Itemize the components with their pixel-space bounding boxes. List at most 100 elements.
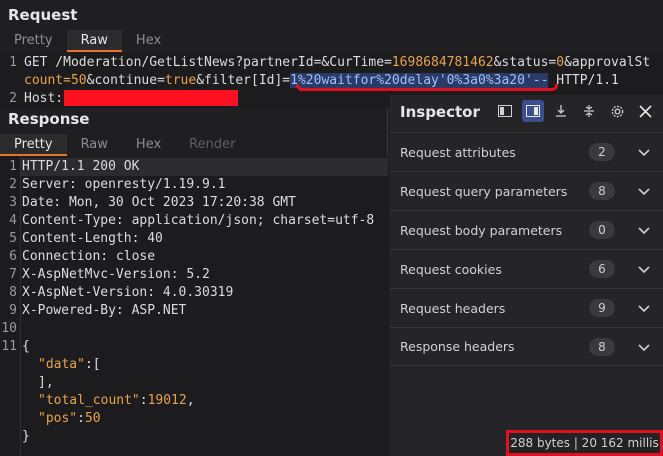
json-number: 50 — [84, 411, 101, 426]
response-pane: Response Pretty Raw Hex Render 1 2 3 4 5… — [0, 108, 388, 456]
tab-response-pretty[interactable]: Pretty — [0, 134, 67, 156]
count-badge: 9 — [589, 299, 615, 317]
line-number — [0, 72, 17, 90]
request-line-text: &approvalSt — [564, 55, 651, 70]
request-line-text: HTTP/1.1 — [548, 73, 619, 88]
count-value: 50 — [70, 73, 87, 88]
continue-value: true — [164, 73, 197, 88]
response-tabs: Pretty Raw Hex Render — [0, 134, 249, 156]
response-header: Content-Length: 40 — [22, 231, 163, 246]
json-punct: :[ — [84, 357, 101, 372]
response-size-timing: 288 bytes | 20 162 millis — [506, 430, 663, 456]
json-key: "data" — [38, 357, 85, 372]
count-badge: 8 — [589, 337, 615, 356]
status-value: 0 — [556, 55, 565, 70]
tab-response-raw[interactable]: Raw — [67, 134, 122, 156]
request-line-text: count= — [24, 73, 71, 88]
inspector-toolbar — [494, 100, 656, 122]
gutter-divider — [20, 156, 21, 456]
collapse-icon[interactable] — [578, 100, 600, 122]
json-data-line: "data":[ — [38, 356, 101, 374]
inspector-row-label: Request attributes — [400, 144, 516, 160]
inspector-row-cookies[interactable]: Request cookies 6 — [390, 249, 663, 288]
response-title: Response — [8, 110, 90, 128]
inspector-row-body-params[interactable]: Request body parameters 0 — [390, 210, 663, 249]
line-number: 1 — [9, 55, 17, 70]
request-line-text: &status= — [493, 55, 557, 70]
request-tabs: Pretty Raw Hex — [0, 30, 175, 52]
response-header: X-Powered-By: ASP.NET — [22, 303, 187, 318]
curtime-value: 1698684781462 — [391, 55, 494, 70]
chevron-down-icon[interactable] — [637, 340, 651, 354]
json-key: "pos" — [38, 411, 78, 426]
response-gutter: 1 2 3 4 5 6 7 8 9 10 11 — [0, 158, 20, 356]
tab-request-pretty[interactable]: Pretty — [0, 30, 67, 52]
tab-response-render[interactable]: Render — [175, 134, 249, 156]
response-header: Date: Mon, 30 Oct 2023 17:20:38 GMT — [22, 195, 296, 210]
request-line-text: GET /Moderation/GetListNews?partnerId=&C… — [24, 55, 392, 70]
json-key: "total_count" — [38, 393, 140, 408]
payload-underline-annotation — [296, 84, 558, 91]
json-close-brace: } — [22, 429, 30, 444]
inspector-row-label: Request body parameters — [400, 222, 563, 238]
json-array-close: ], — [38, 375, 54, 390]
count-badge: 2 — [589, 143, 615, 161]
response-header: X-AspNet-Version: 4.0.30319 — [22, 285, 234, 300]
line-number: 9 — [9, 303, 17, 318]
count-badge: 0 — [589, 221, 615, 239]
inspector-panel: Inspector Request attributes 2 Request q… — [390, 95, 663, 456]
inspector-row-request-headers[interactable]: Request headers 9 — [390, 288, 663, 327]
response-header: Content-Type: application/json; charset=… — [22, 213, 375, 228]
inspector-row-label: Request headers — [400, 300, 506, 316]
line-number: 3 — [9, 195, 17, 210]
chevron-down-icon[interactable] — [637, 184, 651, 198]
align-bottom-icon[interactable] — [550, 100, 572, 122]
request-title: Request — [8, 6, 78, 24]
line-number: 11 — [1, 339, 17, 354]
inspector-row-label: Request cookies — [400, 261, 502, 277]
response-header: Connection: close — [22, 249, 156, 264]
tab-response-hex[interactable]: Hex — [122, 134, 175, 156]
inspector-row-label: Response headers — [400, 339, 515, 354]
gear-icon[interactable] — [606, 100, 628, 122]
line-number: 1 — [9, 159, 17, 174]
close-icon[interactable] — [634, 100, 656, 122]
line-number: 5 — [9, 231, 17, 246]
redacted-host — [64, 90, 238, 106]
inspector-row-label: Request query parameters — [400, 183, 568, 199]
inspector-title: Inspector — [400, 103, 480, 121]
json-pos-line: "pos":50 — [38, 411, 101, 426]
request-line-text: &filter[Id]= — [196, 73, 291, 88]
tab-request-raw[interactable]: Raw — [66, 30, 123, 52]
line-number: 2 — [9, 177, 17, 192]
inspector-row-query-params[interactable]: Request query parameters 8 — [390, 171, 663, 210]
request-line-text: &continue= — [86, 73, 165, 88]
layout-split-icon[interactable] — [494, 100, 516, 122]
line-number: 4 — [9, 213, 17, 228]
count-badge: 8 — [589, 182, 615, 200]
chevron-down-icon[interactable] — [637, 223, 651, 237]
layout-side-icon[interactable] — [522, 100, 544, 122]
inspector-row-request-attributes[interactable]: Request attributes 2 — [390, 132, 663, 171]
request-gutter: 1 2 — [0, 54, 20, 108]
chevron-down-icon[interactable] — [637, 145, 651, 159]
line-number: 10 — [1, 321, 17, 336]
response-status-line: HTTP/1.1 200 OK — [22, 159, 140, 174]
chevron-down-icon[interactable] — [637, 301, 651, 315]
json-total-line: "total_count":19012, — [38, 393, 195, 408]
request-line-1: GET /Moderation/GetListNews?partnerId=&C… — [24, 54, 650, 72]
line-number: 7 — [9, 267, 17, 282]
inspector-row-response-headers[interactable]: Response headers 8 — [390, 327, 663, 366]
response-editor[interactable]: 1 2 3 4 5 6 7 8 9 10 11 HTTP/1.1 200 OK … — [0, 156, 388, 456]
line-number: 8 — [9, 285, 17, 300]
response-header: Server: openresty/1.19.9.1 — [22, 177, 226, 192]
line-number: 6 — [9, 249, 17, 264]
json-open-brace: { — [22, 339, 30, 354]
json-number: 19012 — [147, 393, 187, 408]
chevron-down-icon[interactable] — [637, 262, 651, 276]
line-number: 2 — [9, 91, 17, 106]
response-header: X-AspNetMvc-Version: 5.2 — [22, 267, 210, 282]
count-badge: 6 — [589, 260, 615, 278]
request-pane: Request Pretty Raw Hex 1 2 GET /Moderati… — [0, 0, 663, 108]
tab-request-hex[interactable]: Hex — [122, 30, 175, 52]
